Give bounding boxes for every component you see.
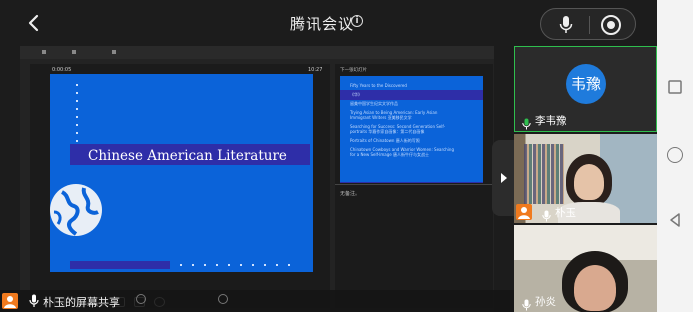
microphone-icon [29,293,39,307]
next-slide-line: 《华》 [350,92,362,97]
speaker-notes: 无备注。 [340,191,361,197]
next-slide-label: 下一张幻灯片 [340,68,367,73]
video-background [524,144,564,204]
current-slide-pane: 0:00:05 10:27 Chinese American Literatur… [30,64,330,308]
slide-timer: 0:00:05 [52,67,72,73]
tencent-meeting-window: 腾讯会议 i 0:00:05 10:27 Chinese American Li… [0,0,657,312]
info-icon[interactable]: i [351,15,363,27]
participant-name: 孙炎 [535,296,556,308]
decorative-dots [180,264,300,266]
chevron-left-icon[interactable] [24,13,44,33]
avatar: 韦豫 [566,64,606,104]
top-bar: 腾讯会议 i [0,0,657,46]
audio-record-controls [540,8,636,40]
slide-title: Chinese American Literature [88,148,287,164]
avatar [516,204,532,220]
sharer-label: 朴玉的屏幕共享 [43,296,120,309]
toolbar-item[interactable] [72,49,78,54]
current-slide: Chinese American Literature [50,74,313,272]
next-slide-pane: 下一张幻灯片 Fifty Years to the Discovered 《华》… [335,64,493,308]
microphone-icon[interactable] [558,15,574,35]
video-person [574,265,616,311]
participant-tile[interactable]: 韦豫 李韦豫 [514,46,657,132]
nav-back-icon[interactable] [667,79,683,95]
footer-band [70,261,170,269]
participant-name: 李韦豫 [535,115,567,127]
play-arrow-icon[interactable] [492,140,514,216]
divider [589,16,590,34]
presenter-toolbar [20,46,494,59]
shared-screen: 0:00:05 10:27 Chinese American Literatur… [20,46,494,312]
toolbar-item[interactable] [112,49,118,54]
record-icon[interactable] [601,15,621,35]
nav-triangle-icon[interactable] [667,212,683,228]
prev-slide-icon[interactable] [136,294,146,304]
next-slide-line: for a New Self-Image 唐人街牛仔与女战士 [350,152,430,157]
avatar [2,293,18,309]
participant-tile[interactable]: 孙炎 [514,225,657,312]
next-slide-icon[interactable] [218,294,228,304]
microphone-icon [522,296,531,311]
next-slide-line: Fifty Years to the Discovered [350,83,407,88]
next-slide-line: Immigrant Writers 亚美移民文学 [350,115,412,120]
participant-name: 朴玉 [555,207,576,219]
sharer-bar: 朴玉的屏幕共享 [0,290,514,312]
next-slide-line: Portraits of Chinatown 唐人街的写照 [350,138,420,143]
divider [335,184,493,185]
nav-home-icon[interactable] [667,147,683,163]
meeting-title: 腾讯会议 [290,15,355,33]
next-slide-line: portraits 华裔作家自画像：第二代自画像 [350,129,425,134]
video-person [574,164,604,200]
decorative-dots [76,84,78,144]
toolbar-item[interactable] [42,49,48,54]
slide-clock: 10:27 [308,67,323,73]
android-nav-bar [657,0,693,312]
next-slide-line: 留美中国学生纪实文学作品 [350,101,398,106]
microphone-icon [542,207,551,222]
globe-icon [50,182,104,238]
microphone-icon [522,115,531,130]
participant-tile[interactable]: 朴玉 [514,134,657,223]
next-slide-preview: Fifty Years to the Discovered 《华》 留美中国学生… [340,76,483,183]
footer-band [340,182,483,183]
